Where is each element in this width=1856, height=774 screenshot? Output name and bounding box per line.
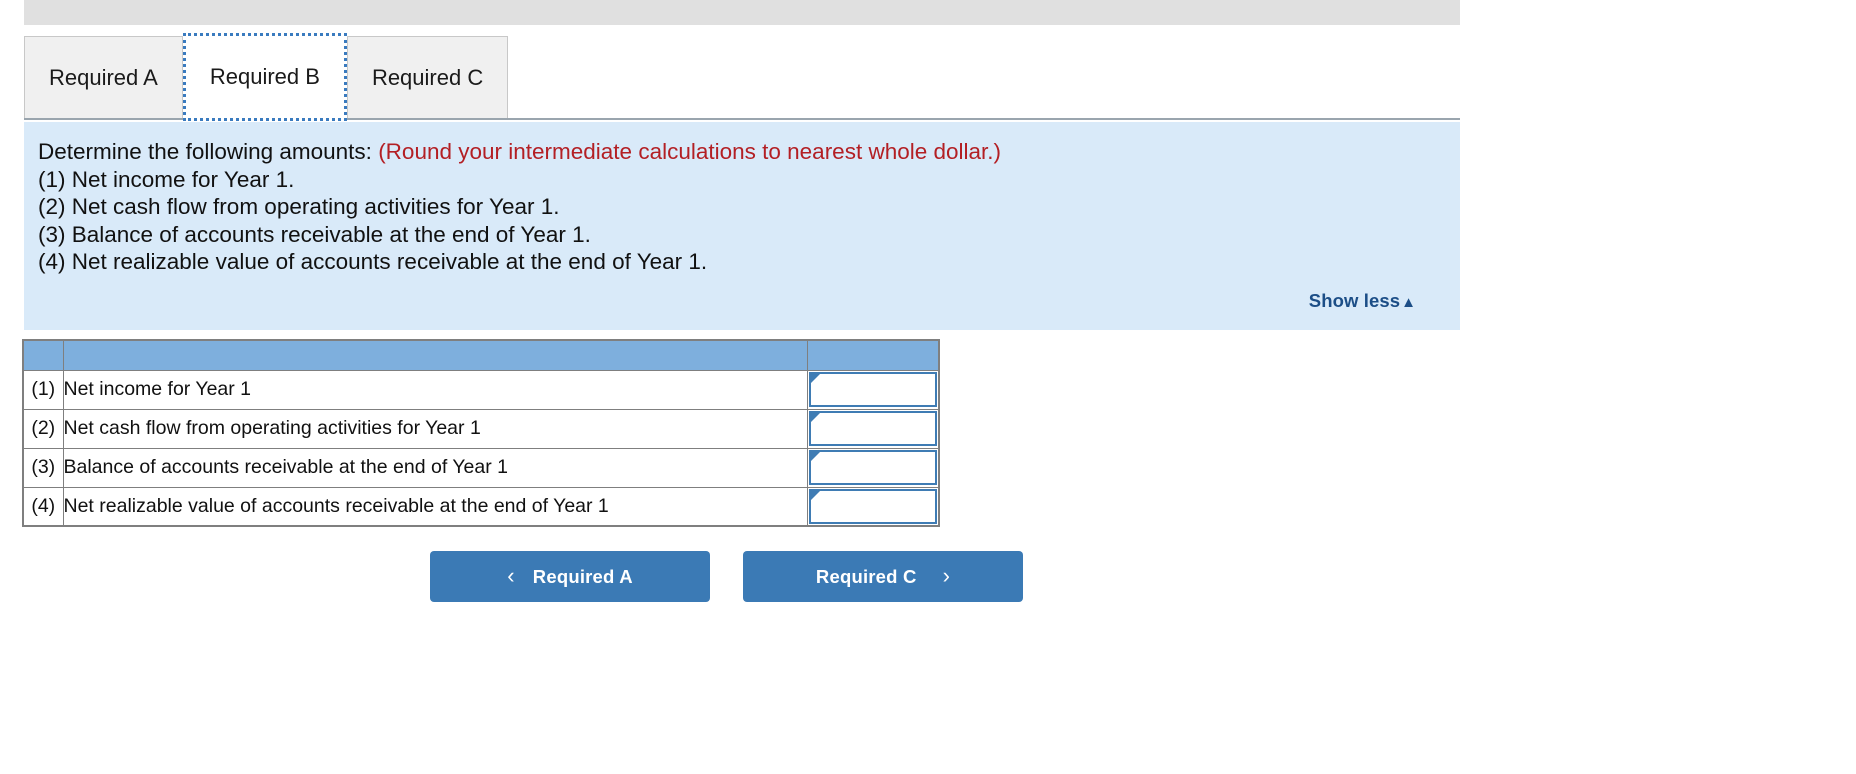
table-row: (3) Balance of accounts receivable at th… bbox=[22, 447, 940, 488]
instructions-panel: Determine the following amounts: (Round … bbox=[24, 122, 1460, 330]
previous-requirement-button[interactable]: ‹ Required A bbox=[430, 551, 710, 602]
tab-required-c-label: Required C bbox=[371, 64, 484, 90]
row-number-3: (3) bbox=[22, 447, 64, 488]
show-less-label: Show less bbox=[1308, 290, 1401, 311]
row-number-1: (1) bbox=[22, 369, 64, 410]
table-row: (4) Net realizable value of accounts rec… bbox=[22, 486, 940, 527]
navigation-buttons: ‹ Required A Required C › bbox=[430, 551, 1023, 602]
header-cell-value bbox=[806, 339, 940, 371]
tab-required-c[interactable]: Required C bbox=[346, 36, 509, 118]
instruction-item-4: (4) Net realizable value of accounts rec… bbox=[38, 249, 708, 274]
row-description-1: Net income for Year 1 bbox=[62, 369, 808, 410]
answer-table-header-row bbox=[22, 339, 940, 371]
chevron-right-icon: › bbox=[942, 562, 951, 588]
instruction-item-2: (2) Net cash flow from operating activit… bbox=[38, 194, 560, 219]
requirement-tabs: Required A Required B Required C bbox=[24, 33, 1460, 121]
answer-input-wrapper-3[interactable] bbox=[808, 450, 937, 485]
instruction-item-3: (3) Balance of accounts receivable at th… bbox=[38, 221, 591, 247]
previous-requirement-label: Required A bbox=[532, 565, 633, 587]
row-number-4: (4) bbox=[22, 486, 64, 527]
input-corner-triangle-icon bbox=[810, 413, 820, 422]
answer-input-3[interactable] bbox=[810, 452, 935, 483]
row-description-4: Net realizable value of accounts receiva… bbox=[62, 486, 808, 527]
show-less-toggle[interactable]: Show less ▲ bbox=[1309, 290, 1416, 312]
input-corner-triangle-icon bbox=[810, 452, 820, 461]
row-value-cell-2 bbox=[806, 408, 940, 449]
header-cell-num bbox=[22, 339, 64, 371]
row-number-2: (2) bbox=[22, 408, 64, 449]
answer-input-1[interactable] bbox=[810, 374, 935, 405]
chevron-up-icon: ▲ bbox=[1401, 293, 1416, 311]
row-description-2: Net cash flow from operating activities … bbox=[62, 408, 808, 449]
header-cell-description bbox=[62, 339, 808, 371]
table-row: (1) Net income for Year 1 bbox=[22, 369, 940, 410]
answer-input-2[interactable] bbox=[810, 413, 935, 444]
next-requirement-button[interactable]: Required C › bbox=[743, 551, 1023, 602]
next-requirement-label: Required C bbox=[815, 565, 917, 587]
row-description-3: Balance of accounts receivable at the en… bbox=[62, 447, 808, 488]
answer-input-4[interactable] bbox=[810, 490, 935, 522]
tab-required-b[interactable]: Required B bbox=[182, 33, 347, 121]
exercise-page: Required A Required B Required C Determi… bbox=[0, 0, 1856, 774]
top-gray-bar bbox=[24, 0, 1460, 25]
instruction-rounding-note: (Round your intermediate calculations to… bbox=[378, 139, 1002, 164]
answer-input-wrapper-2[interactable] bbox=[808, 411, 937, 446]
row-value-cell-3 bbox=[806, 447, 940, 488]
table-row: (2) Net cash flow from operating activit… bbox=[22, 408, 940, 449]
instruction-lead: Determine the following amounts: (Round … bbox=[38, 138, 1438, 166]
instruction-item-1: (1) Net income for Year 1. bbox=[38, 166, 295, 192]
chevron-left-icon: ‹ bbox=[507, 562, 515, 588]
instruction-lead-text: Determine the following amounts: bbox=[38, 139, 372, 164]
answer-table: (1) Net income for Year 1 (2) Net cash f… bbox=[22, 339, 940, 527]
input-corner-triangle-icon bbox=[810, 490, 820, 500]
tab-required-a[interactable]: Required A bbox=[24, 36, 183, 118]
answer-input-wrapper-4[interactable] bbox=[808, 488, 937, 524]
answer-input-wrapper-1[interactable] bbox=[808, 372, 937, 407]
tab-required-b-label: Required B bbox=[209, 64, 320, 89]
tab-required-a-label: Required A bbox=[49, 64, 158, 90]
row-value-cell-4 bbox=[806, 486, 940, 527]
input-corner-triangle-icon bbox=[810, 374, 820, 383]
row-value-cell-1 bbox=[806, 369, 940, 410]
